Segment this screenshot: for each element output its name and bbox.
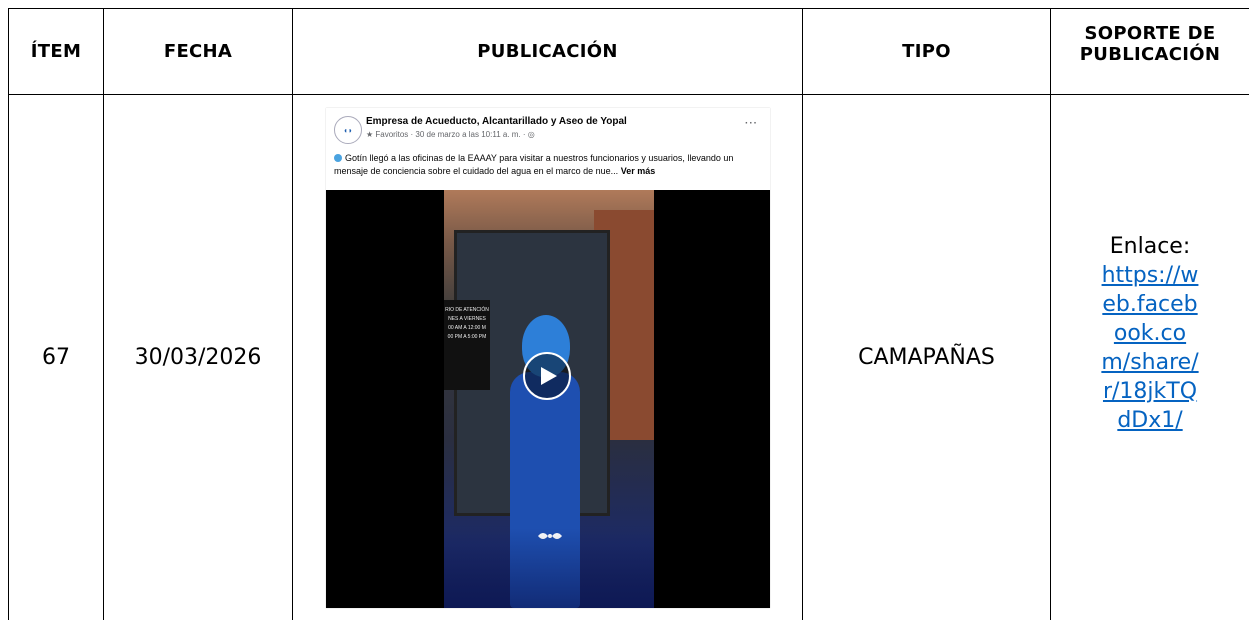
opening-hours-sign: RIO DE ATENCIÓN NES A VIERNES 00 AM A 12… — [444, 300, 490, 390]
facebook-link[interactable]: https://web.facebook.com/share/r/18jkTQd… — [1100, 261, 1200, 435]
header-soporte-line2: PUBLICACIÓN — [1079, 44, 1221, 65]
post-text: Gotín llegó a las oficinas de la EAAAY p… — [334, 152, 764, 178]
post-text-body: Gotín llegó a las oficinas de la EAAAY p… — [334, 153, 734, 176]
cell-item: 67 — [42, 345, 70, 370]
soporte-block: Enlace: https://web.facebook.com/share/r… — [1100, 232, 1200, 435]
header-publicacion: PUBLICACIÓN — [477, 41, 618, 62]
blue-heart-icon — [334, 154, 342, 162]
cell-soporte: Enlace: https://web.facebook.com/share/r… — [1051, 95, 1249, 620]
header-soporte-line1: SOPORTE DE — [1084, 23, 1216, 44]
video-frame: RIO DE ATENCIÓN NES A VIERNES 00 AM A 12… — [444, 190, 654, 608]
header-soporte: SOPORTE DE PUBLICACIÓN — [1051, 9, 1249, 79]
page-avatar[interactable]: ◖◗ — [334, 116, 362, 144]
see-more-link[interactable]: Ver más — [621, 166, 656, 176]
header-fecha: FECHA — [163, 41, 233, 62]
droplet-logo-icon: ◖◗ — [343, 125, 353, 135]
post-video[interactable]: RIO DE ATENCIÓN NES A VIERNES 00 AM A 12… — [326, 190, 770, 608]
post-meta: ★ Favoritos · 30 de marzo a las 10:11 a.… — [366, 130, 535, 139]
post-page-name[interactable]: Empresa de Acueducto, Alcantarillado y A… — [366, 116, 627, 127]
header-item: ÍTEM — [30, 41, 82, 62]
header-tipo: TIPO — [902, 41, 951, 62]
play-button[interactable] — [523, 352, 571, 400]
cell-tipo: CAMAPAÑAS — [858, 345, 995, 370]
more-options-icon[interactable]: ··· — [745, 118, 758, 129]
cell-fecha: 30/03/2026 — [134, 345, 262, 370]
facebook-post: ◖◗ Empresa de Acueducto, Alcantarillado … — [326, 108, 770, 608]
soporte-label: Enlace: — [1109, 234, 1191, 259]
column-border — [292, 8, 293, 620]
play-icon — [541, 367, 557, 385]
video-bottom-fade — [444, 528, 654, 608]
